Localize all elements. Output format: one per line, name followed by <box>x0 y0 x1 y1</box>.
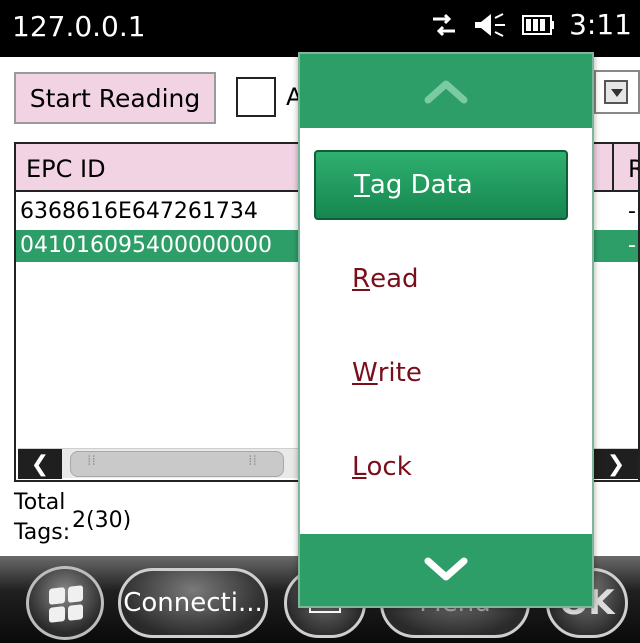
status-time: 3:11 <box>569 8 632 41</box>
chevron-down-icon[interactable] <box>604 80 628 104</box>
column-header-r[interactable]: R <box>628 155 638 183</box>
menu-item-access-key: R <box>352 264 371 294</box>
dropdown-combo[interactable] <box>594 70 640 114</box>
menu-item-access-key: L <box>352 452 367 482</box>
menu-item-tag-data[interactable]: Tag Data <box>314 150 568 220</box>
connectivity-icon[interactable] <box>429 10 459 40</box>
option-checkbox[interactable] <box>236 77 276 117</box>
menu-item-read[interactable]: Read <box>314 244 568 314</box>
menu-item-label: rite <box>377 358 422 388</box>
scroll-right-icon[interactable]: ❯ <box>594 449 638 479</box>
column-divider <box>612 144 614 192</box>
start-reading-button[interactable]: Start Reading <box>14 72 216 124</box>
windows-logo-icon <box>49 585 83 623</box>
start-menu-button[interactable] <box>26 566 104 640</box>
cell-r: - <box>628 233 636 258</box>
context-menu-popup: Tag Data Read Write Lock <box>298 52 594 608</box>
menu-item-write[interactable]: Write <box>314 338 568 408</box>
scroll-thumb[interactable] <box>70 451 284 477</box>
cell-epc: 041016095400000000 <box>20 233 272 258</box>
cell-epc: 6368616E647261734 <box>20 199 258 224</box>
menu-item-label: ead <box>370 264 419 294</box>
chevron-down-icon <box>424 557 468 581</box>
total-tags-label: Total Tags: <box>14 488 70 548</box>
speaker-icon[interactable] <box>473 10 507 40</box>
column-header-epc[interactable]: EPC ID <box>26 155 106 183</box>
status-icons: 3:11 <box>429 8 632 41</box>
connect-button[interactable]: Connecti... <box>118 568 268 638</box>
menu-item-label: ock <box>366 452 412 482</box>
menu-item-label: ag Data <box>369 170 473 200</box>
total-label-line2: Tags: <box>14 520 71 545</box>
menu-item-access-key: W <box>352 358 378 388</box>
menu-scroll-up-button[interactable] <box>300 54 592 128</box>
total-label-line1: Total <box>14 490 66 515</box>
chevron-up-icon <box>424 80 468 104</box>
status-title: 127.0.0.1 <box>12 10 146 43</box>
menu-item-lock[interactable]: Lock <box>314 432 568 502</box>
menu-scroll-down-button[interactable] <box>300 534 592 606</box>
cell-r: - <box>628 199 636 224</box>
battery-icon[interactable] <box>521 13 555 37</box>
total-tags-value: 2(30) <box>72 508 132 533</box>
status-bar: 127.0.0.1 3:11 <box>0 0 640 57</box>
scroll-left-icon[interactable]: ❮ <box>18 449 62 479</box>
menu-item-access-key: T <box>354 170 370 200</box>
